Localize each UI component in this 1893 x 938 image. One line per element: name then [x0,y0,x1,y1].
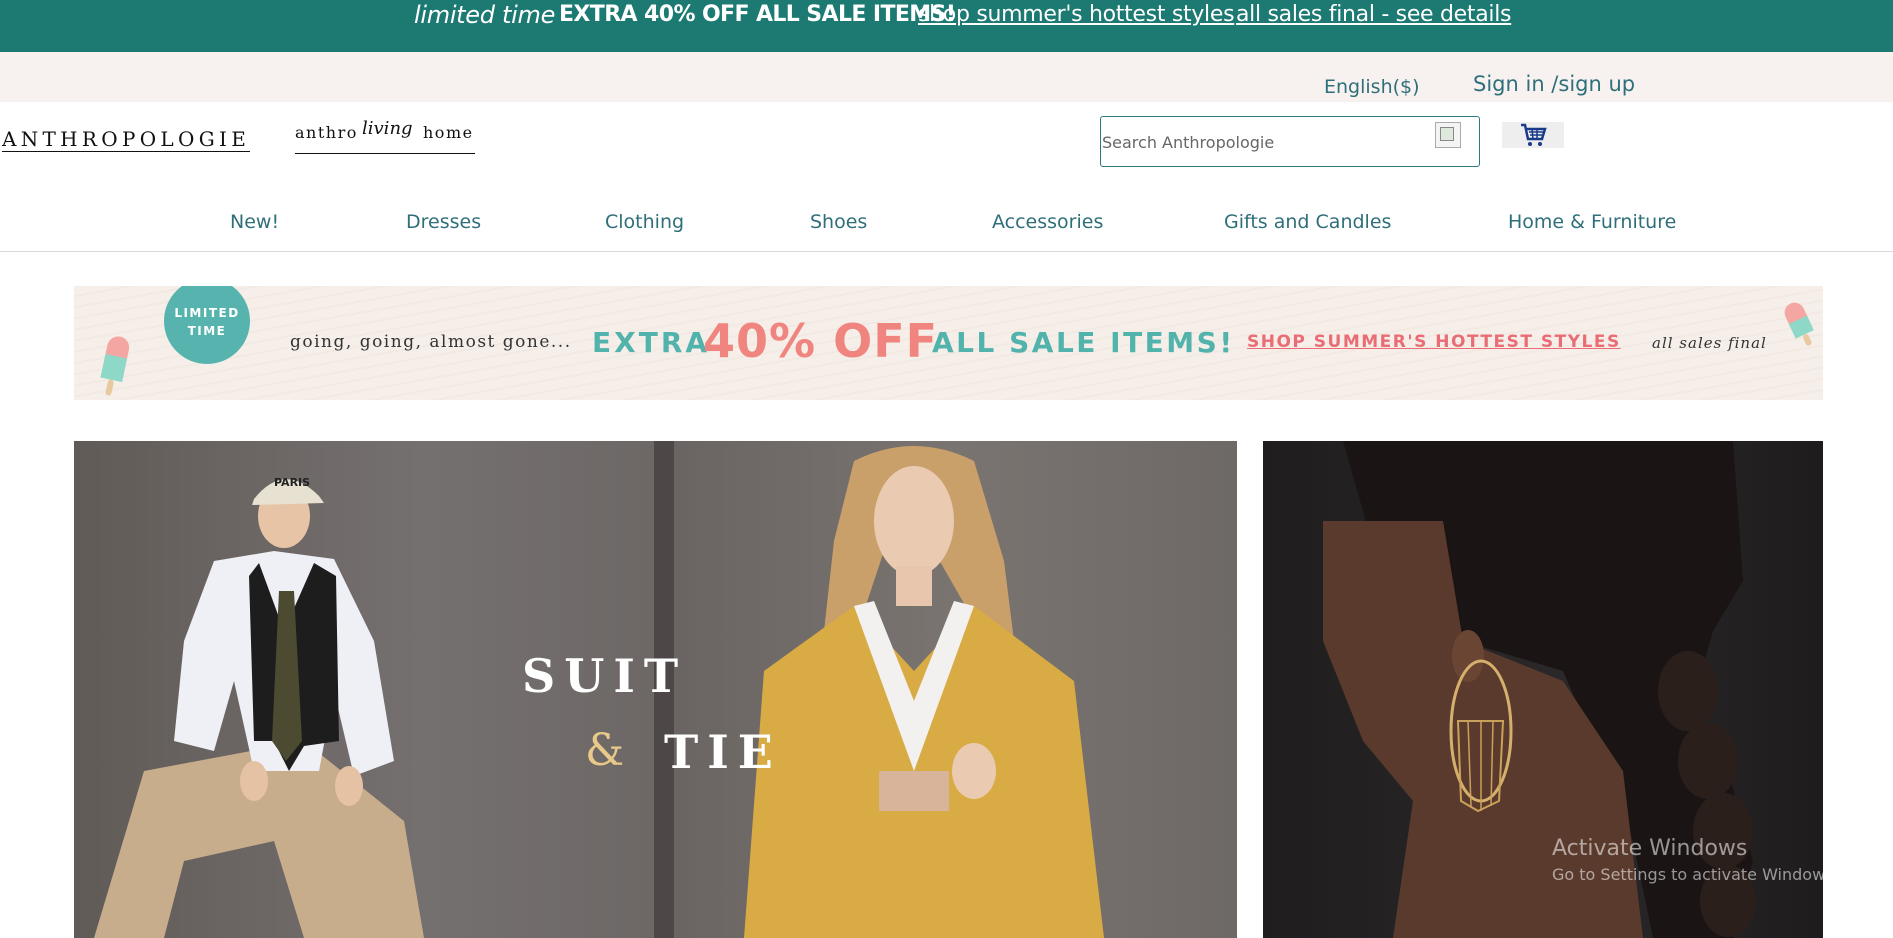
utility-bar: English($) Sign in /sign up [0,52,1893,102]
nav-item-dresses[interactable]: Dresses [406,211,481,233]
broken-image-icon [1440,127,1454,141]
anthropologie-logo[interactable]: ANTHROPOLOGIE [2,128,251,152]
anthro-living-home-logo[interactable]: anthro living home [295,118,475,154]
nav-item-home-furniture[interactable]: Home & Furniture [1508,211,1676,233]
hero-ampersand-text: & [585,725,625,776]
popsicle-icon [100,336,130,396]
hero-suit-text: SUIT [522,649,688,703]
going-gone-text: going, going, almost gone... [290,332,572,352]
promo-bar: limited time EXTRA 40% OFF ALL SALE ITEM… [0,0,1893,52]
windows-activation-watermark: Activate Windows Go to Settings to activ… [1552,836,1839,884]
search-icon[interactable] [1435,122,1461,148]
cart-icon [1521,123,1547,146]
main-nav: New! Dresses Clothing Shoes Accessories … [0,178,1893,252]
promo-details-link[interactable]: all sales final - see details [1236,0,1511,30]
nav-item-accessories[interactable]: Accessories [992,211,1103,233]
all-sales-final-text: all sales final [1652,334,1767,352]
promo-shop-link[interactable]: shop summer's hottest styles [918,0,1235,30]
popsicle-icon [1784,302,1814,346]
all-sale-items-text: ALL SALE ITEMS! [932,326,1235,359]
watermark-subtitle: Go to Settings to activate Windows. [1552,865,1839,884]
nav-item-new[interactable]: New! [230,211,279,233]
home-logo-part-living: living [362,118,413,139]
watermark-title: Activate Windows [1552,836,1748,861]
home-logo-part-anthro: anthro [295,123,358,142]
shop-summer-link[interactable]: SHOP SUMMER'S HOTTEST STYLES [1247,332,1621,352]
sale-banner[interactable]: LIMITED TIME going, going, almost gone..… [74,286,1823,400]
promo-limited-text: limited time [414,1,556,29]
hero-tie-text: TIE [664,725,782,779]
model-right-figure [744,446,1104,938]
nav-item-gifts-candles[interactable]: Gifts and Candles [1224,211,1391,233]
hero-suit-tie-image[interactable]: PARIS SUIT & TIE [74,441,1237,938]
promo-extra-text: EXTRA 40% OFF ALL SALE ITEMS! [559,2,956,27]
badge-line1: LIMITED [174,306,240,320]
home-logo-part-home: home [423,123,474,142]
search-input[interactable] [1102,131,1422,153]
site-header: ANTHROPOLOGIE anthro living home [0,102,1893,178]
badge-line2: TIME [187,324,227,338]
cart-button[interactable] [1502,122,1564,148]
language-selector[interactable]: English($) [1324,76,1420,98]
cap-text: PARIS [274,476,310,489]
extra-text: EXTRA [592,326,711,359]
search-box [1100,116,1480,167]
nav-item-shoes[interactable]: Shoes [810,211,867,233]
nav-item-clothing[interactable]: Clothing [605,211,684,233]
signin-link[interactable]: Sign in /sign up [1473,72,1635,96]
percent-off-text: 40% OFF [703,314,939,368]
